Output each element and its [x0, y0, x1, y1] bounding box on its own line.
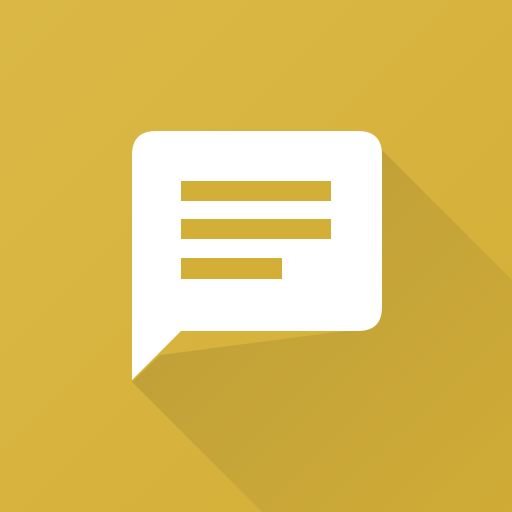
text-line-2: [181, 219, 331, 239]
text-line-3: [181, 258, 282, 279]
text-line-1: [181, 181, 331, 201]
chat-message-icon: [0, 0, 512, 512]
app-icon-tile: [0, 0, 512, 512]
